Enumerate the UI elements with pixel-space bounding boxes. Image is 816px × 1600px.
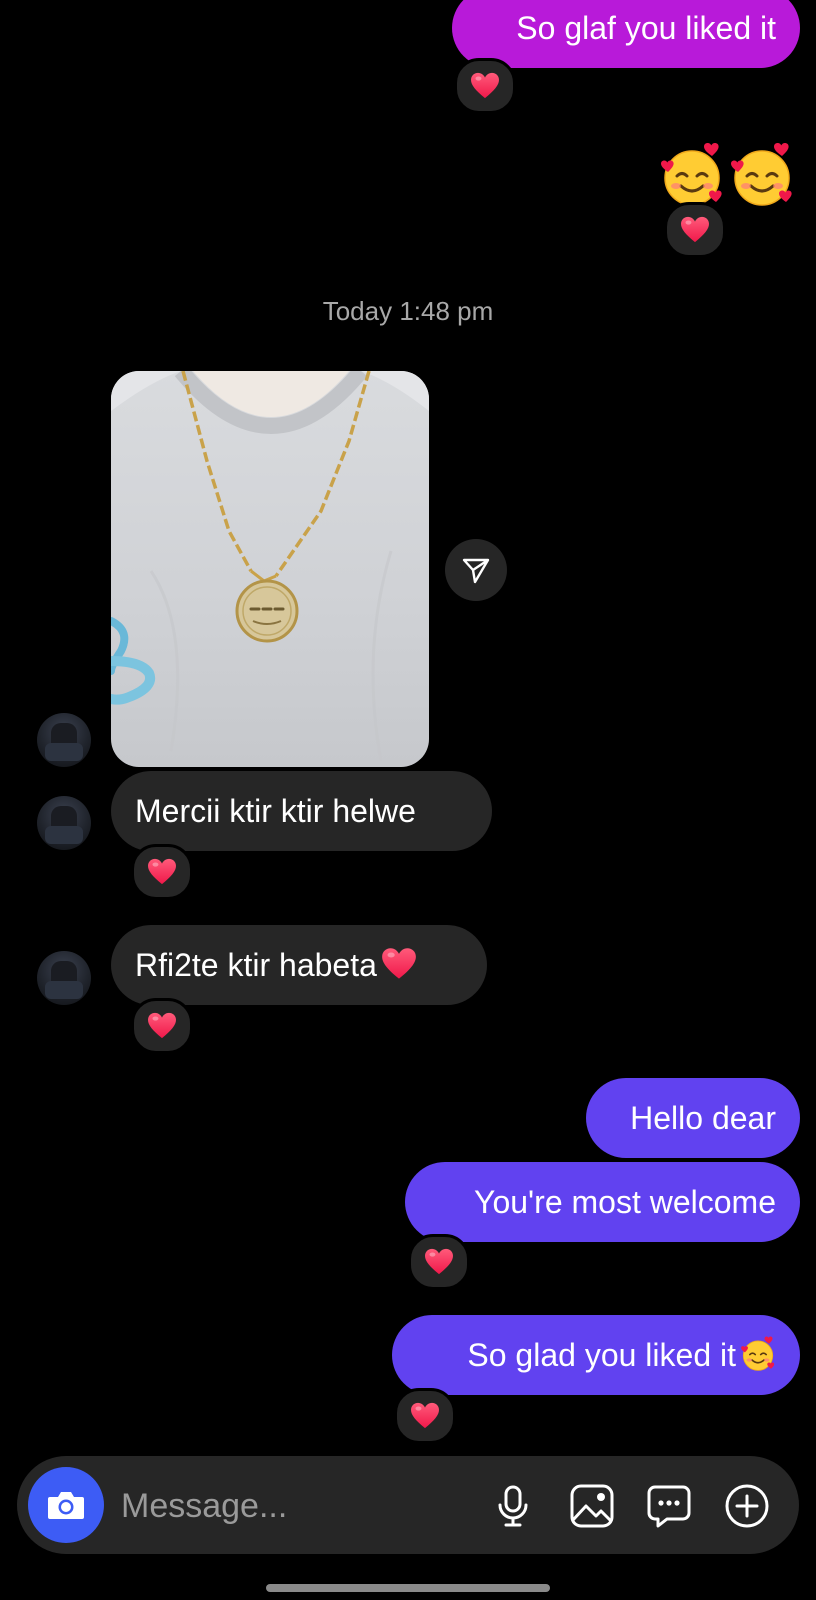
message-bubble-outgoing[interactable]: You're most welcome [405,1162,800,1242]
necklace-photo [111,371,429,762]
heart-reaction[interactable] [408,1234,470,1290]
smiling-face-with-hearts-icon [740,1336,776,1372]
message-input[interactable] [119,1480,463,1532]
heart-reaction[interactable] [454,58,516,114]
heart-reaction[interactable] [131,998,193,1054]
heart-icon [424,1248,454,1276]
gallery-icon [570,1484,614,1528]
voice-button[interactable] [487,1480,539,1532]
smiling-face-with-hearts-icon [659,142,725,208]
heart-icon [381,946,417,982]
photo-attachment[interactable] [111,371,429,767]
message-composer [17,1456,799,1554]
camera-icon [48,1492,84,1519]
heart-reaction[interactable] [664,202,726,258]
message-text: So glaf you liked it [516,10,776,46]
heart-icon [680,216,710,244]
avatar[interactable] [37,713,91,767]
smiling-face-with-hearts-icon [729,142,795,208]
heart-icon [147,1012,177,1040]
message-text: Hello dear [630,1100,776,1136]
send-icon [462,558,490,584]
heart-icon [410,1402,440,1430]
timestamp: Today 1:48 pm [322,296,494,326]
message-bubble-incoming[interactable]: Mercii ktir ktir helwe [111,771,492,851]
message-text: So glad you liked it [467,1337,736,1373]
message-text: Rfi2te ktir habeta [135,947,377,983]
microphone-icon [498,1485,528,1527]
heart-reaction[interactable] [394,1388,456,1444]
sticker-button[interactable] [643,1480,695,1532]
avatar[interactable] [37,951,91,1005]
message-text: You're most welcome [474,1184,776,1220]
home-indicator[interactable] [266,1584,550,1592]
message-bubble-outgoing[interactable]: Hello dear [586,1078,800,1158]
heart-reaction[interactable] [131,844,193,900]
message-text: Mercii ktir ktir helwe [135,793,416,829]
plus-icon [725,1484,769,1528]
camera-button[interactable] [28,1467,104,1543]
message-bubble-outgoing[interactable]: So glad you liked it [392,1315,800,1395]
gallery-button[interactable] [566,1480,618,1532]
heart-icon [147,858,177,886]
sticker-icon [647,1485,691,1528]
heart-icon [470,72,500,100]
more-button[interactable] [721,1480,773,1532]
share-button[interactable] [445,539,507,601]
avatar[interactable] [37,796,91,850]
message-bubble-outgoing[interactable]: So glaf you liked it [452,0,800,68]
message-bubble-incoming[interactable]: Rfi2te ktir habeta [111,925,487,1005]
chat-screen: So glaf you liked it Today 1:48 pm Merci… [0,0,816,1600]
